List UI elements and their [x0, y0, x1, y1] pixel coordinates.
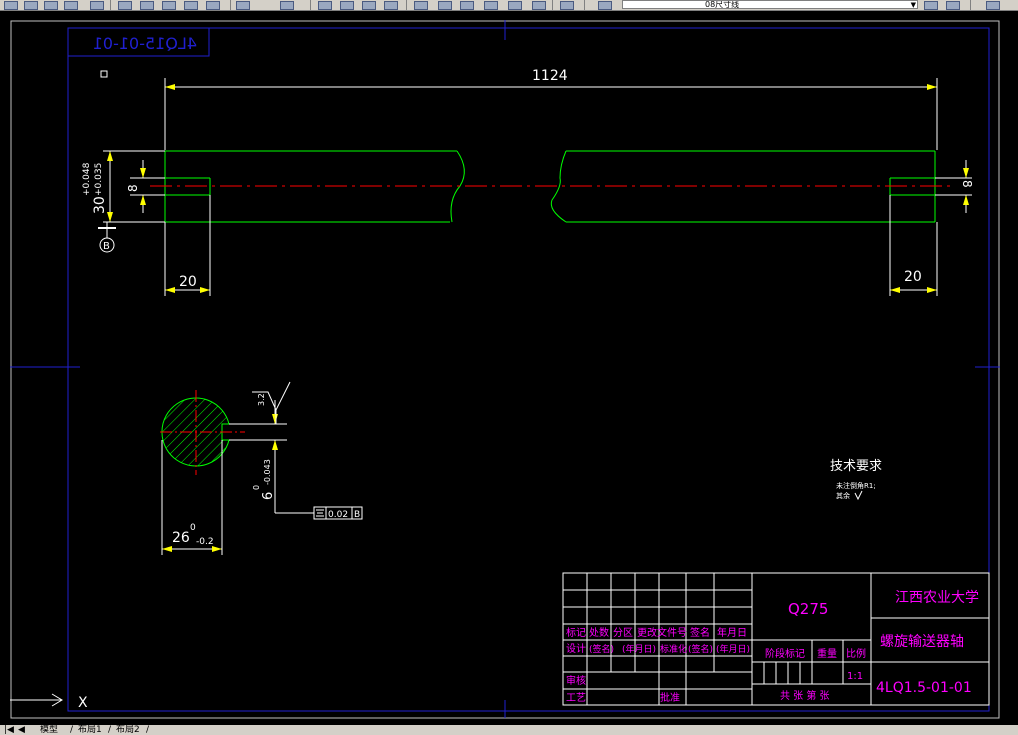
- preview-icon[interactable]: [90, 1, 104, 10]
- calculator-icon[interactable]: [532, 1, 546, 10]
- layer-manager-icon[interactable]: [598, 1, 612, 10]
- cross-section: 6 0 -0.043 3.2 0.02 B 26 0 -0.2: [160, 381, 363, 555]
- undo-icon[interactable]: [236, 1, 250, 10]
- shaft-tol-lower: +0.035: [94, 163, 104, 196]
- properties-icon[interactable]: [414, 1, 428, 10]
- open-icon[interactable]: [24, 1, 38, 10]
- weight-label: 重量: [817, 647, 837, 660]
- symmetry-tol: 0.02: [328, 510, 348, 520]
- matchprop-icon[interactable]: [184, 1, 198, 10]
- standardize-label: 标准化: [660, 643, 687, 655]
- style-icon[interactable]: [986, 1, 1000, 10]
- right-step-dimension: 20: [889, 195, 938, 296]
- design-sign: (签名): [589, 643, 614, 655]
- tech-line2: 其余: [836, 491, 850, 500]
- key-tol-lower: -0.043: [263, 459, 272, 485]
- tab-layout2[interactable]: 布局2: [116, 725, 140, 735]
- roughness-value: 3.2: [257, 393, 266, 406]
- tab-separator: /: [70, 725, 74, 735]
- zoom-previous-icon[interactable]: [384, 1, 398, 10]
- sheets-label: 共 张 第 张: [780, 689, 830, 702]
- diameter-dimension: 30 +0.048 +0.035 8 B: [82, 150, 165, 253]
- review-label: 审核: [566, 674, 586, 687]
- mirrored-code-box: 4LQ15-01-01: [67, 27, 210, 57]
- drawing-canvas[interactable]: 4LQ15-01-01 1124 30 +0.048 +0.035 8 B 8 …: [0, 10, 1018, 725]
- tech-title: 技术要求: [830, 459, 882, 474]
- zoom-window-icon[interactable]: [362, 1, 376, 10]
- cut-icon[interactable]: [118, 1, 132, 10]
- pan-icon[interactable]: [318, 1, 332, 10]
- process-label: 工艺: [566, 692, 586, 704]
- zoom-realtime-icon[interactable]: [340, 1, 354, 10]
- new-icon[interactable]: [4, 1, 18, 10]
- left-hole-dia-text: 8: [126, 184, 140, 192]
- save-icon[interactable]: [44, 1, 58, 10]
- symmetry-datum: B: [354, 510, 360, 520]
- redo-icon[interactable]: [280, 1, 294, 10]
- mirrored-code-text: 4LQ15-01-01: [93, 34, 197, 53]
- school-name: 江西农业大学: [895, 590, 979, 606]
- tool-palette-icon[interactable]: [460, 1, 474, 10]
- chevron-down-icon[interactable]: ▼: [911, 1, 916, 8]
- copy-icon[interactable]: [140, 1, 154, 10]
- tab-separator: /: [108, 725, 112, 735]
- brush-icon[interactable]: [206, 1, 220, 10]
- layer-states-icon[interactable]: [946, 1, 960, 10]
- ucs-x-label: X: [78, 695, 88, 711]
- layout-tab-bar: |◀ ◀ 模型 / 布局1 / 布局2 /: [0, 725, 1018, 735]
- help-icon[interactable]: [560, 1, 574, 10]
- approve-label: 批准: [660, 691, 680, 704]
- tab-separator: /: [146, 725, 150, 735]
- header-date: 年月日: [717, 626, 747, 639]
- layer-dropdown-value: 08尺寸线: [705, 0, 740, 9]
- section-width-tol-lower: -0.2: [196, 537, 214, 547]
- material-text: Q275: [788, 600, 828, 618]
- section-width-tol-upper: 0: [190, 523, 196, 533]
- drawing-frame: [10, 20, 1000, 719]
- length-dimension: 1124: [164, 68, 938, 150]
- header-count: 处数: [589, 626, 609, 639]
- left-step-dimension: 20: [164, 195, 211, 296]
- stage-mark-label: 阶段标记: [765, 647, 805, 660]
- layer-dropdown[interactable]: 08尺寸线 ▼: [622, 0, 918, 9]
- right-hole-dia-text: 8: [960, 180, 974, 188]
- header-zone: 分区: [613, 627, 633, 639]
- shaft-tol-upper: +0.048: [82, 162, 92, 196]
- markup-icon[interactable]: [508, 1, 522, 10]
- left-step-text: 20: [179, 274, 197, 290]
- technical-requirements: 技术要求 未注倒角R1; 其余: [830, 459, 882, 501]
- tab-model[interactable]: 模型: [40, 725, 58, 735]
- scale-label: 比例: [846, 647, 866, 660]
- grip-marker[interactable]: [100, 70, 108, 78]
- tab-nav-first-icon[interactable]: |◀: [4, 725, 14, 735]
- length-dim-text: 1124: [532, 68, 568, 84]
- part-name: 螺旋输送器轴: [880, 634, 964, 650]
- tab-layout1[interactable]: 布局1: [78, 725, 102, 735]
- header-mark: 标记: [566, 627, 586, 639]
- paste-icon[interactable]: [162, 1, 176, 10]
- design-label: 设计: [566, 642, 586, 655]
- standardize-date: (年月日): [716, 643, 750, 655]
- part-code: 4LQ1.5-01-01: [876, 680, 972, 696]
- design-date: (年月日): [622, 643, 656, 655]
- plot-icon[interactable]: [64, 1, 78, 10]
- tech-line1: 未注倒角R1;: [836, 481, 876, 490]
- section-width-text: 26: [172, 530, 190, 546]
- header-change-doc: 更改文件号: [637, 626, 687, 639]
- sheet-set-icon[interactable]: [484, 1, 498, 10]
- key-width-text: 6: [261, 492, 276, 500]
- right-step-text: 20: [904, 269, 922, 285]
- standardize-sign: (签名): [688, 643, 713, 655]
- shaft-dia-text: 30: [92, 196, 108, 214]
- datum-letter: B: [103, 241, 110, 252]
- layer-previous-icon[interactable]: [924, 1, 938, 10]
- design-center-icon[interactable]: [438, 1, 452, 10]
- scale-value: 1:1: [847, 671, 863, 682]
- ucs-icon: X: [10, 693, 88, 711]
- tab-nav-prev-icon[interactable]: ◀: [18, 725, 25, 735]
- header-sign: 签名: [690, 626, 710, 639]
- key-tol-upper: 0: [252, 485, 261, 490]
